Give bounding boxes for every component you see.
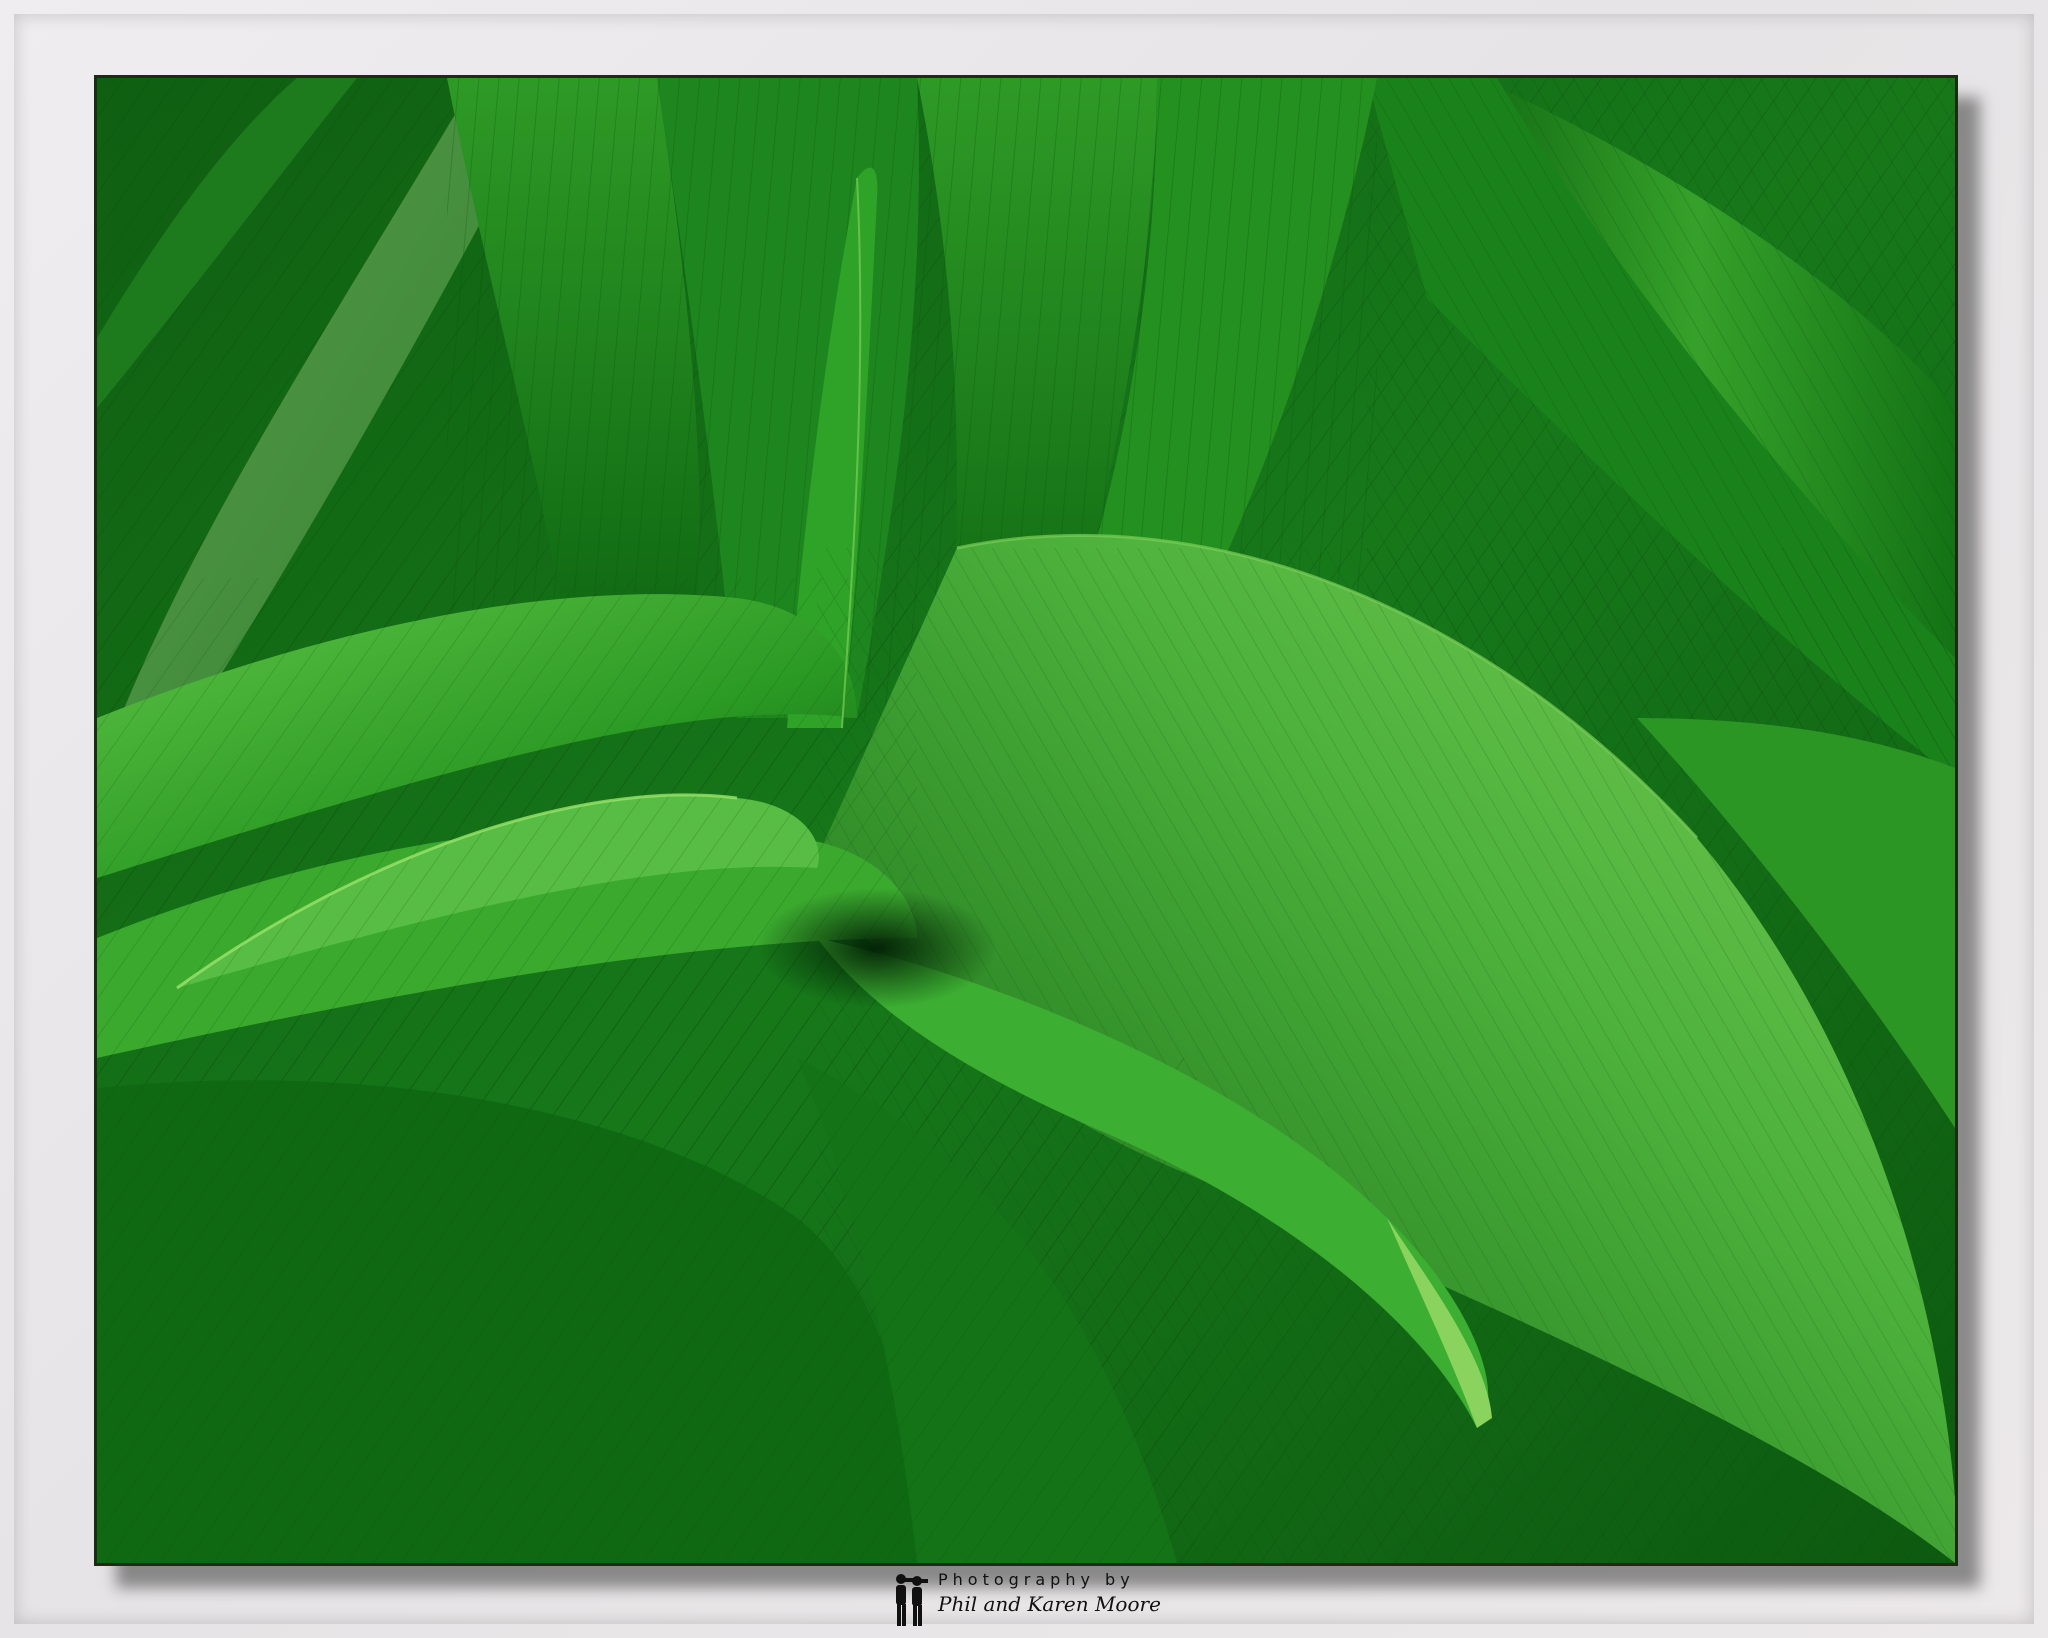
leaf-photo bbox=[97, 78, 1955, 1563]
photographers-silhouette-icon bbox=[896, 1574, 928, 1626]
photographer-names: Phil and Karen Moore bbox=[938, 1592, 1161, 1616]
credit-heading: Photography by bbox=[938, 1570, 1135, 1589]
photographer-credit: Photography by Phil and Karen Moore bbox=[890, 1568, 1161, 1630]
photo-frame bbox=[94, 75, 1958, 1566]
